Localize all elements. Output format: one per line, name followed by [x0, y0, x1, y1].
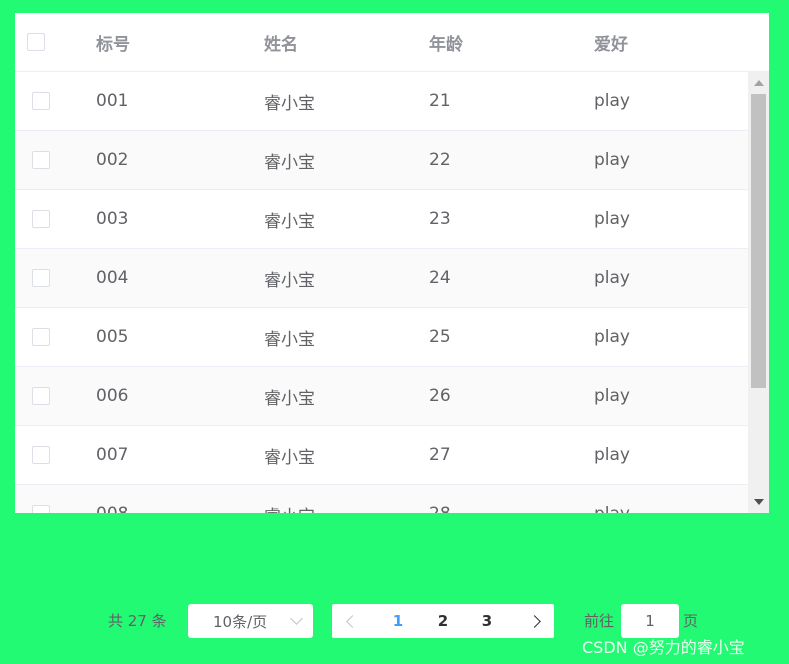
table-row[interactable]: 006 睿小宝 26 play — [15, 367, 748, 426]
scroll-thumb[interactable] — [751, 94, 766, 388]
row-id: 006 — [96, 386, 129, 406]
page-size-value: 10条/页 — [213, 612, 268, 631]
next-page-button[interactable] — [518, 604, 554, 638]
row-checkbox[interactable] — [32, 446, 50, 464]
row-hobby: play — [594, 91, 630, 111]
prev-page-button[interactable] — [332, 604, 368, 638]
row-name: 睿小宝 — [264, 211, 315, 232]
row-age: 27 — [429, 445, 451, 465]
row-id: 008 — [96, 485, 128, 513]
row-hobby: play — [594, 327, 630, 347]
table-row[interactable]: 002 睿小宝 22 play — [15, 131, 748, 190]
row-hobby: play — [594, 150, 630, 170]
table-row[interactable]: 005 睿小宝 25 play — [15, 308, 748, 367]
row-age: 25 — [429, 327, 451, 347]
row-name: 睿小宝 — [264, 447, 315, 468]
row-hobby: play — [594, 386, 630, 406]
page-button-2[interactable]: 2 — [425, 604, 461, 638]
page-button-1[interactable]: 1 — [380, 604, 416, 638]
table-row[interactable]: 001 睿小宝 21 play — [15, 72, 748, 131]
page-size-select[interactable]: 10条/页 — [188, 604, 313, 638]
row-hobby: play — [594, 209, 630, 229]
header-name[interactable]: 姓名 — [264, 13, 298, 71]
goto-label: 前往 — [584, 612, 615, 630]
row-age: 28 — [429, 485, 451, 513]
page-buttons: 1 2 3 — [332, 604, 554, 638]
row-name: 睿小宝 — [264, 485, 315, 514]
page-button-3[interactable]: 3 — [469, 604, 505, 638]
row-id: 004 — [96, 268, 129, 288]
header-age[interactable]: 年龄 — [429, 13, 463, 71]
row-id: 005 — [96, 327, 129, 347]
row-checkbox[interactable] — [32, 92, 50, 110]
header-select-all-cell — [27, 13, 57, 71]
row-checkbox[interactable] — [32, 269, 50, 287]
row-checkbox-cell — [32, 190, 62, 248]
table-row[interactable]: 008 睿小宝 28 play — [15, 485, 748, 513]
chevron-down-icon — [290, 612, 303, 625]
row-checkbox-cell — [32, 426, 62, 484]
row-id: 007 — [96, 445, 129, 465]
chevron-right-icon — [527, 614, 541, 628]
chevron-left-icon — [345, 614, 359, 628]
row-hobby: play — [594, 268, 630, 288]
data-table: 标号 姓名 年龄 爱好 001 睿小宝 21 play 002 睿小宝 22 p… — [15, 13, 769, 513]
row-age: 21 — [429, 91, 451, 111]
row-checkbox-cell — [32, 131, 62, 189]
header-hobby[interactable]: 爱好 — [594, 13, 628, 71]
row-age: 24 — [429, 268, 451, 288]
table-header: 标号 姓名 年龄 爱好 — [15, 13, 769, 72]
row-id: 002 — [96, 150, 129, 170]
row-checkbox[interactable] — [32, 328, 50, 346]
row-hobby: play — [594, 445, 630, 465]
row-checkbox-cell — [32, 485, 62, 513]
table-row[interactable]: 004 睿小宝 24 play — [15, 249, 748, 308]
row-name: 睿小宝 — [264, 152, 315, 173]
row-name: 睿小宝 — [264, 270, 315, 291]
row-checkbox[interactable] — [32, 505, 50, 513]
row-hobby: play — [594, 485, 630, 513]
table-body[interactable]: 001 睿小宝 21 play 002 睿小宝 22 play 003 睿小宝 … — [15, 72, 748, 513]
row-age: 26 — [429, 386, 451, 406]
row-checkbox-cell — [32, 367, 62, 425]
total-count: 共 27 条 — [108, 612, 167, 630]
goto-page-input[interactable] — [621, 604, 679, 638]
scroll-down-arrow-icon[interactable] — [754, 499, 764, 505]
row-id: 001 — [96, 91, 129, 111]
row-checkbox[interactable] — [32, 151, 50, 169]
select-all-checkbox[interactable] — [27, 33, 45, 51]
row-checkbox-cell — [32, 72, 62, 130]
row-name: 睿小宝 — [264, 388, 315, 409]
row-age: 23 — [429, 209, 451, 229]
scroll-up-arrow-icon[interactable] — [754, 80, 764, 86]
row-id: 003 — [96, 209, 129, 229]
row-name: 睿小宝 — [264, 329, 315, 350]
row-checkbox[interactable] — [32, 210, 50, 228]
table-row[interactable]: 007 睿小宝 27 play — [15, 426, 748, 485]
table-row[interactable]: 003 睿小宝 23 play — [15, 190, 748, 249]
row-checkbox-cell — [32, 249, 62, 307]
row-age: 22 — [429, 150, 451, 170]
pagination: 共 27 条 10条/页 1 2 3 前往 页 — [0, 604, 789, 638]
row-checkbox-cell — [32, 308, 62, 366]
table-scrollbar[interactable] — [748, 72, 769, 513]
goto-suffix: 页 — [683, 612, 699, 630]
row-checkbox[interactable] — [32, 387, 50, 405]
row-name: 睿小宝 — [264, 93, 315, 114]
watermark: CSDN @努力的睿小宝 — [582, 638, 745, 657]
header-id[interactable]: 标号 — [96, 13, 130, 71]
